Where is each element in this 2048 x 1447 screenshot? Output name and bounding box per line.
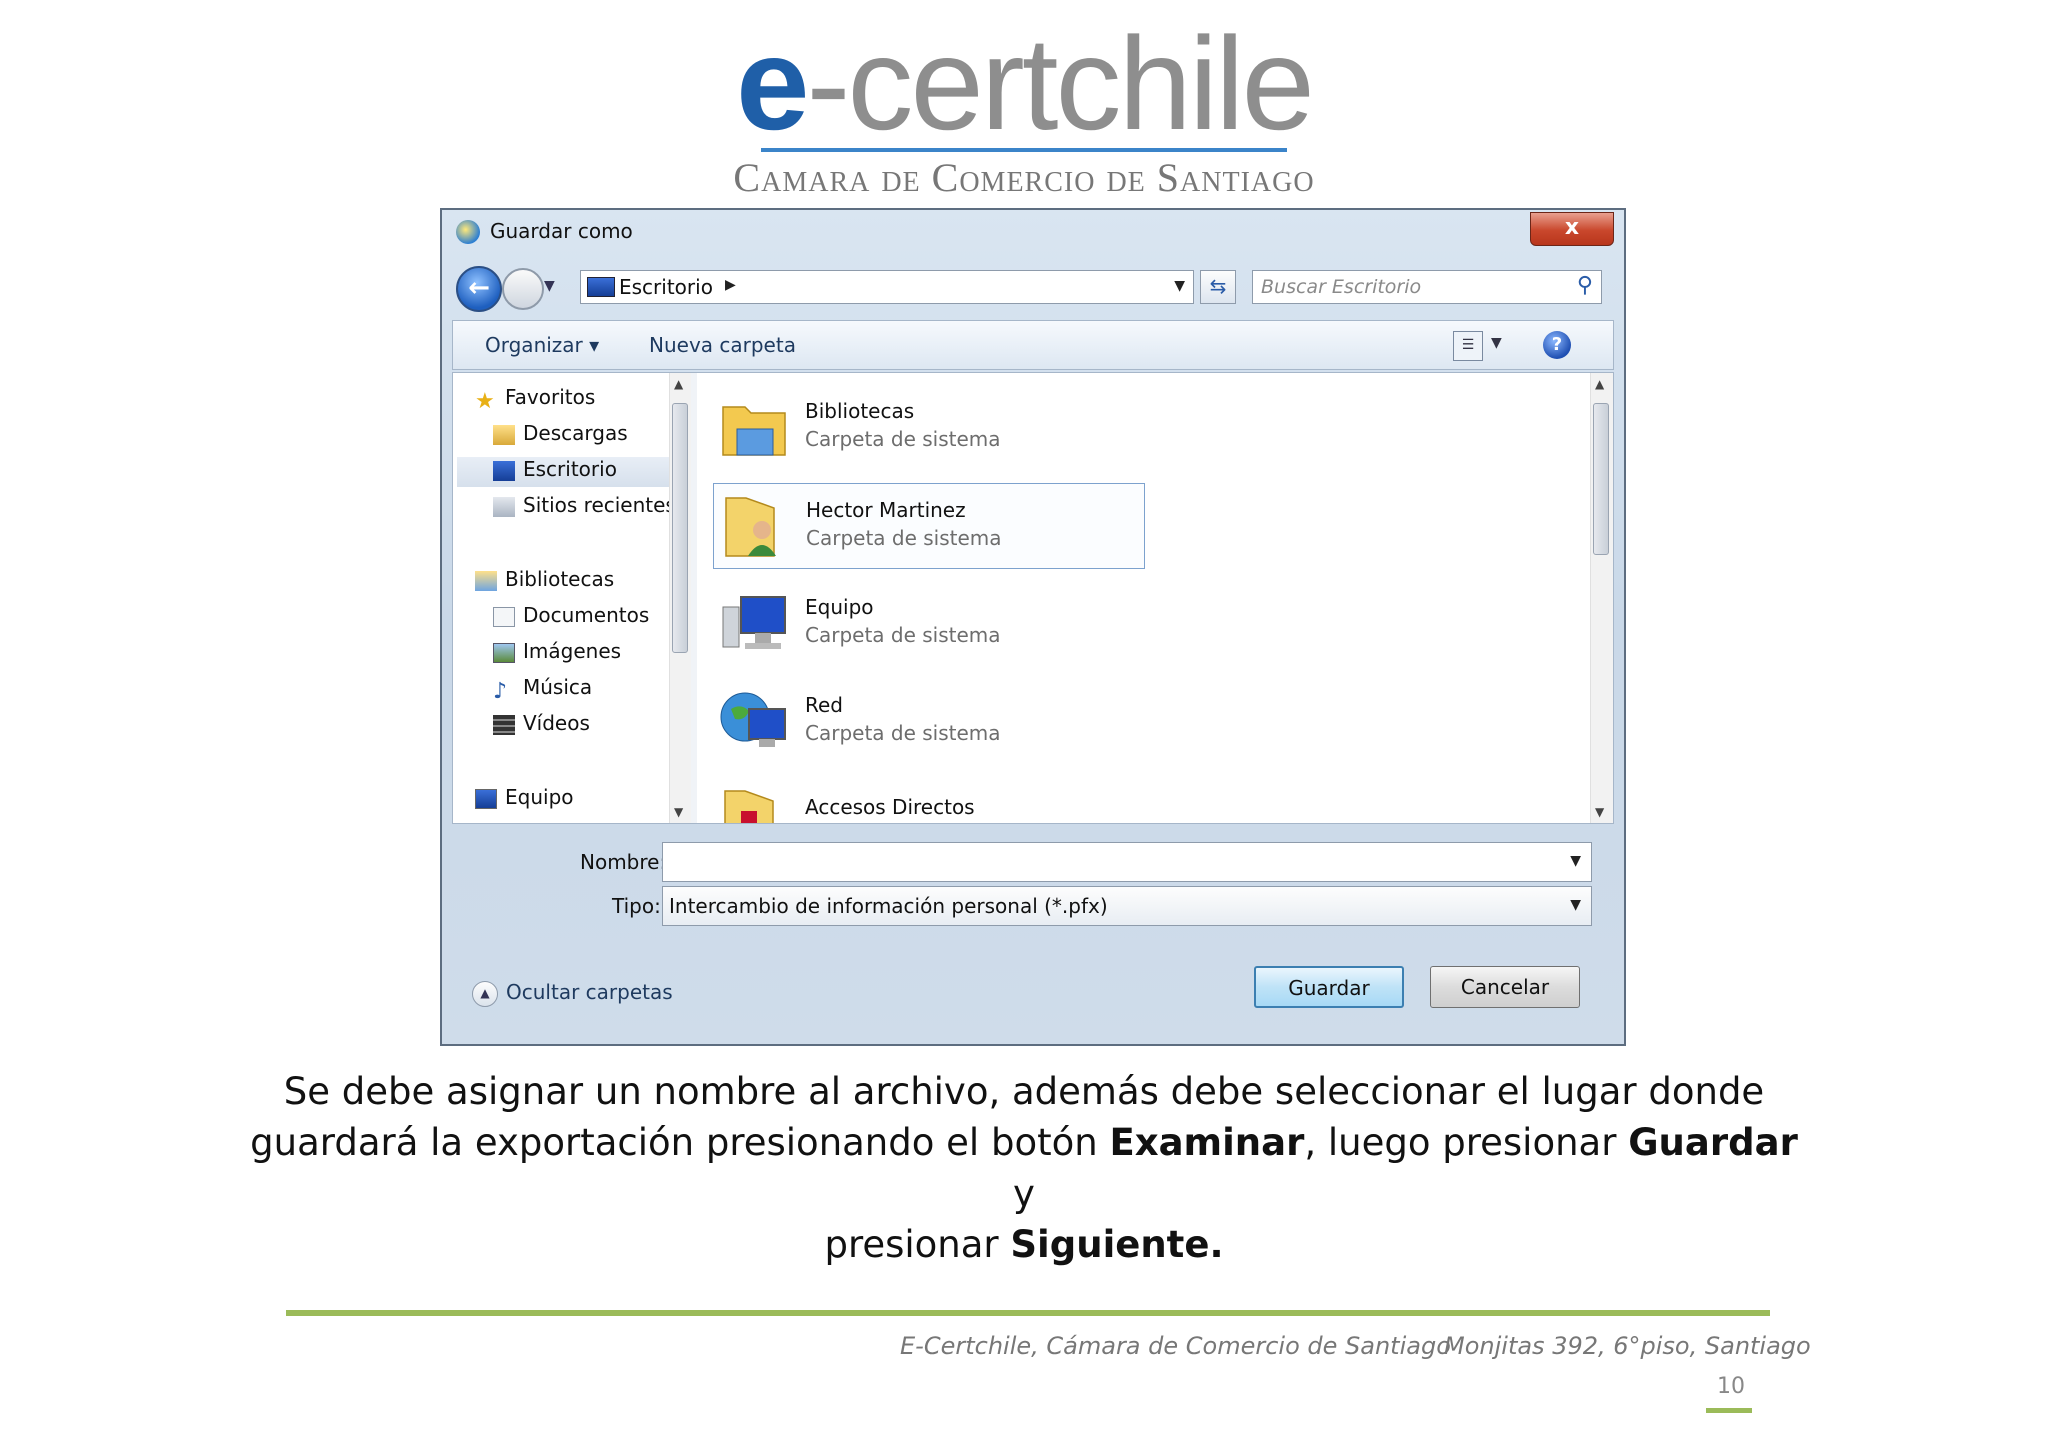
hide-folders-toggle[interactable]: ▲ Ocultar carpetas <box>472 980 673 1007</box>
nav-item-equipo[interactable]: Equipo <box>475 785 574 815</box>
scroll-up-icon[interactable]: ▲ <box>674 377 683 391</box>
navigation-pane: ★ Favoritos Descargas Escritorio Sitios r… <box>453 373 669 823</box>
view-options-dropdown-icon[interactable]: ▼ <box>1491 335 1502 351</box>
type-dropdown-icon[interactable]: ▼ <box>1570 897 1581 913</box>
file-name-field[interactable]: ▼ <box>662 842 1592 882</box>
navigation-scroll-thumb[interactable] <box>672 403 688 653</box>
type-label: Tipo: <box>612 894 661 918</box>
dialog-title: Guardar como <box>490 219 633 243</box>
history-dropdown-icon[interactable]: ▼ <box>544 278 555 294</box>
new-folder-button[interactable]: Nueva carpeta <box>649 333 796 357</box>
search-box[interactable]: ⚲ <box>1252 270 1602 304</box>
name-dropdown-icon[interactable]: ▼ <box>1570 853 1581 869</box>
page-number: 10 <box>1717 1374 1745 1399</box>
recent-places-icon <box>493 496 515 517</box>
file-item-hector-martinez[interactable]: Hector Martinez Carpeta de sistema <box>713 483 1145 569</box>
pictures-icon <box>493 642 515 663</box>
internet-explorer-icon <box>456 220 480 244</box>
chevron-up-icon: ▲ <box>472 980 498 1007</box>
nav-item-bibliotecas[interactable]: Bibliotecas <box>475 567 614 597</box>
close-button[interactable]: x <box>1530 212 1614 246</box>
downloads-icon <box>493 424 515 445</box>
music-icon: ♪ <box>493 678 508 704</box>
page-number-underline <box>1706 1408 1752 1413</box>
save-button[interactable]: Guardar <box>1254 966 1404 1008</box>
videos-icon <box>493 714 515 735</box>
nav-item-documentos[interactable]: Documentos <box>493 603 649 633</box>
dialog-body: ★ Favoritos Descargas Escritorio Sitios r… <box>452 372 1614 824</box>
dialog-titlebar: Guardar como x <box>442 210 1624 254</box>
nav-item-imagenes[interactable]: Imágenes <box>493 639 621 669</box>
nav-item-favoritos[interactable]: ★ Favoritos <box>475 385 595 415</box>
address-current[interactable]: Escritorio <box>619 275 713 299</box>
logo-wordmark: e-certchile <box>736 10 1315 157</box>
computer-icon <box>475 788 497 809</box>
navigation-bar: ← ▼ Escritorio ▶ ▼ ⇆ ⚲ <box>442 262 1624 312</box>
scroll-down-icon[interactable]: ▼ <box>674 805 683 819</box>
footer-rule <box>286 1310 1770 1316</box>
address-bar[interactable]: Escritorio ▶ ▼ <box>580 270 1194 304</box>
nav-item-sitios-recientes[interactable]: Sitios recientes <box>493 493 669 523</box>
name-label: Nombre: <box>580 850 667 874</box>
logo-subtitle: Camara de Comercio de Santiago <box>733 155 1315 200</box>
star-icon: ★ <box>475 388 495 414</box>
nav-item-escritorio[interactable]: Escritorio <box>457 457 669 487</box>
view-options-icon[interactable]: ☰ <box>1453 331 1483 361</box>
ecertchile-logo: e-certchile Camara de Comercio de Santia… <box>0 10 2048 201</box>
file-item-accesos-directos[interactable]: Accesos Directos <box>713 777 1145 823</box>
nav-item-descargas[interactable]: Descargas <box>493 421 628 451</box>
search-input[interactable] <box>1261 275 1561 299</box>
search-icon[interactable]: ⚲ <box>1577 273 1593 298</box>
libraries-icon <box>475 570 497 591</box>
footer-address: Monjitas 392, 6°piso, Santiago <box>1444 1332 1811 1360</box>
refresh-button[interactable]: ⇆ <box>1200 270 1236 304</box>
documents-icon <box>493 606 515 627</box>
organize-menu[interactable]: Organizar ▾ <box>485 333 599 357</box>
file-list: Bibliotecas Carpeta de sistema Hector Ma… <box>697 373 1589 823</box>
instruction-caption: Se debe asignar un nombre al archivo, ad… <box>250 1070 1798 1266</box>
command-toolbar: Organizar ▾ Nueva carpeta ☰ ▼ ? <box>452 320 1614 370</box>
navigation-scrollbar[interactable]: ▲ ▼ <box>669 373 692 823</box>
computer-icon <box>722 596 786 649</box>
libraries-folder-icon <box>722 406 786 456</box>
nav-item-musica[interactable]: ♪ Música <box>493 675 592 705</box>
nav-item-videos[interactable]: Vídeos <box>493 711 590 741</box>
file-list-scroll-thumb[interactable] <box>1593 403 1609 555</box>
scroll-up-icon[interactable]: ▲ <box>1595 377 1604 391</box>
file-item-red[interactable]: Red Carpeta de sistema <box>713 679 1145 765</box>
user-folder-icon <box>725 497 776 557</box>
forward-button[interactable] <box>502 268 544 310</box>
file-list-scrollbar[interactable]: ▲ ▼ <box>1590 373 1613 823</box>
address-dropdown-icon[interactable]: ▼ <box>1174 278 1185 294</box>
file-type-select[interactable]: Intercambio de información personal (*.p… <box>662 886 1592 926</box>
desktop-icon <box>587 277 615 297</box>
file-item-equipo[interactable]: Equipo Carpeta de sistema <box>713 581 1145 667</box>
save-as-dialog: Guardar como x ← ▼ Escritorio ▶ ▼ ⇆ ⚲ Or… <box>440 208 1626 1046</box>
file-item-bibliotecas[interactable]: Bibliotecas Carpeta de sistema <box>713 385 1145 471</box>
help-icon[interactable]: ? <box>1543 331 1571 359</box>
breadcrumb-chevron-icon[interactable]: ▶ <box>725 277 736 293</box>
shortcuts-folder-icon <box>724 790 774 823</box>
footer-company: E-Certchile, Cámara de Comercio de Santi… <box>900 1332 1451 1360</box>
scroll-down-icon[interactable]: ▼ <box>1595 805 1604 819</box>
back-button[interactable]: ← <box>456 266 502 312</box>
cancel-button[interactable]: Cancelar <box>1430 966 1580 1008</box>
desktop-icon <box>493 460 515 481</box>
network-icon <box>720 692 786 747</box>
